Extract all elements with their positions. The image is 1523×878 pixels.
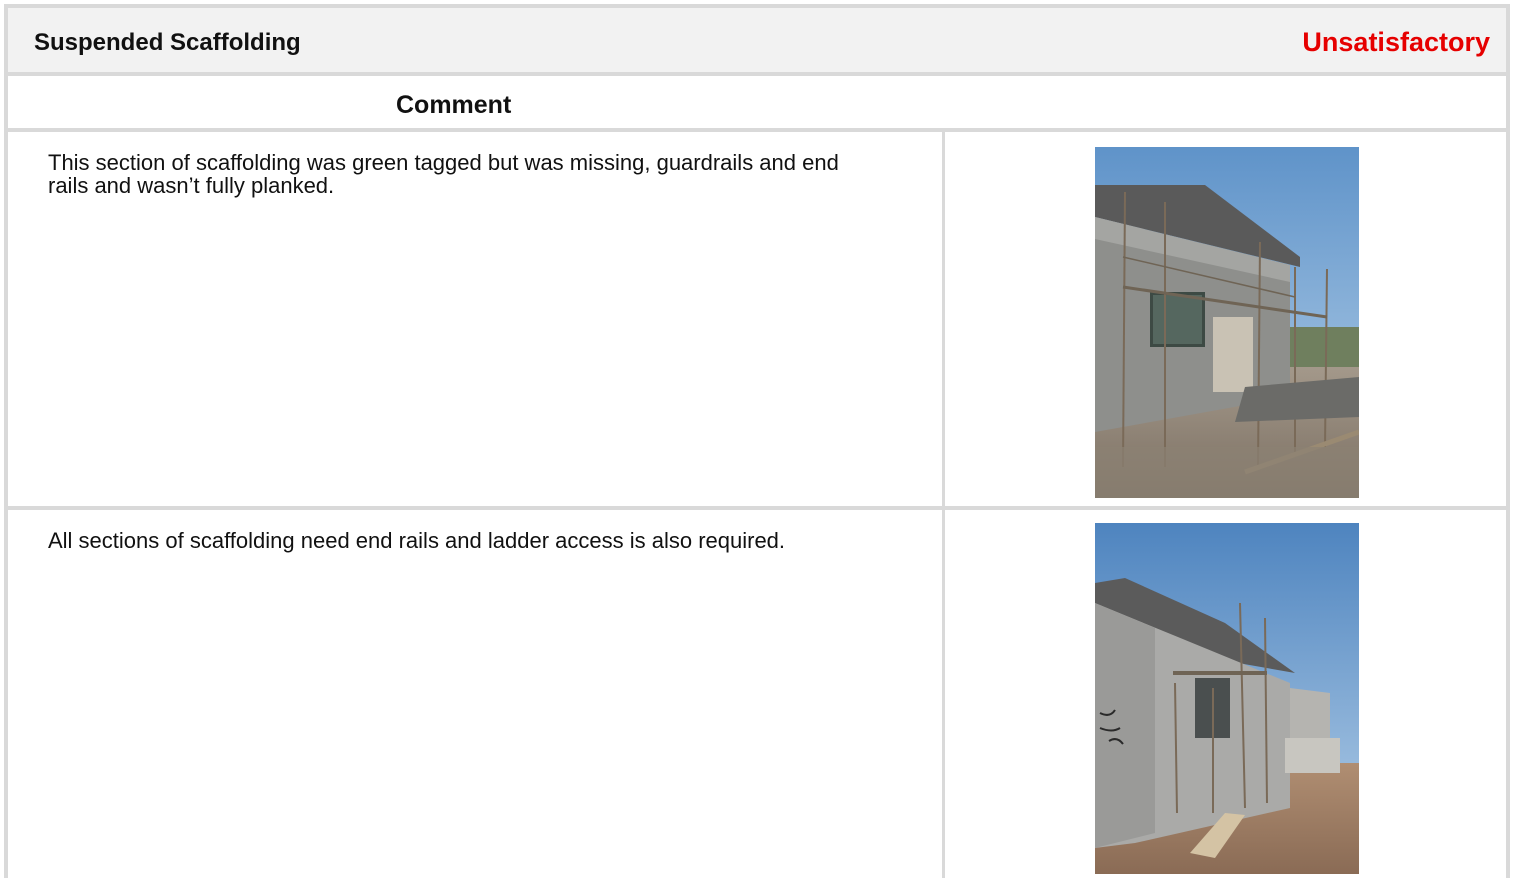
scaffolding-front-photo[interactable] (1095, 147, 1359, 498)
section-title: Suspended Scaffolding (34, 29, 301, 56)
section-header: Suspended Scaffolding Unsatisfactory (8, 8, 1506, 76)
inspection-section: Suspended Scaffolding Unsatisfactory Com… (4, 4, 1510, 878)
column-divider (942, 132, 945, 506)
status-label: Unsatisfactory (1302, 27, 1490, 57)
photo-image (1095, 147, 1359, 498)
photo-image (1095, 523, 1359, 874)
comment-row: This section of scaffolding was green ta… (8, 132, 1506, 510)
comment-column-header: Comment (396, 91, 512, 119)
comment-text: This section of scaffolding was green ta… (48, 150, 839, 198)
column-divider (942, 510, 945, 878)
comment-row: All sections of scaffolding need end rai… (8, 510, 1506, 878)
scaffolding-side-photo[interactable] (1095, 523, 1359, 874)
comment-header-row: Comment (8, 76, 1506, 132)
comment-text: All sections of scaffolding need end rai… (48, 528, 786, 553)
